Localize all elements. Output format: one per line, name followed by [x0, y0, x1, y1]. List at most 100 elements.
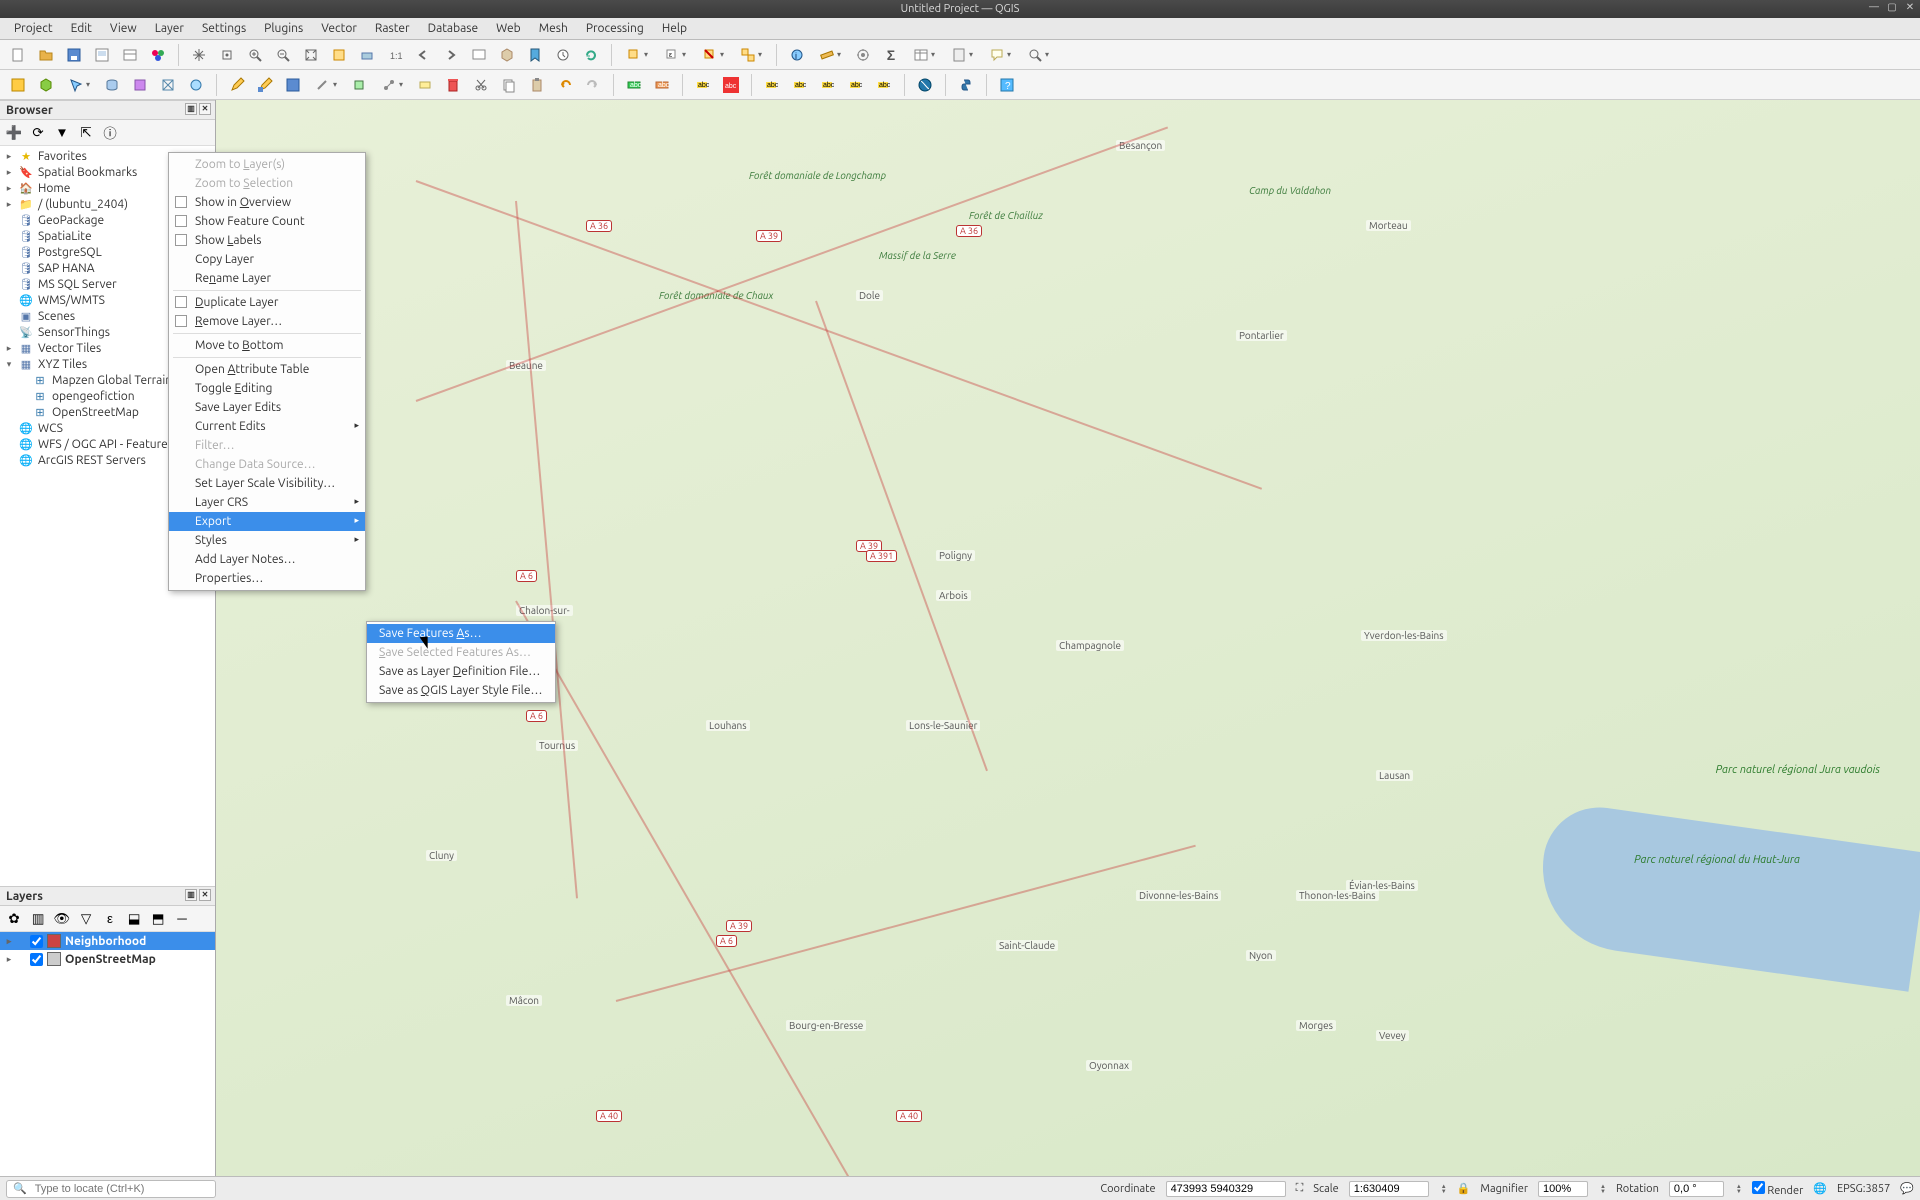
layers-tree[interactable]: ▸ Neighborhood▸ OpenStreetMap — [0, 932, 215, 1176]
new-mesh-button[interactable] — [156, 73, 180, 97]
save-project-button[interactable] — [62, 43, 86, 67]
menu-item[interactable]: Rename Layer — [169, 269, 365, 288]
menu-item[interactable]: Show Feature Count — [169, 212, 365, 231]
menu-layer[interactable]: Layer — [147, 20, 192, 37]
submenu-item[interactable]: Save as Layer Definition File… — [367, 662, 555, 681]
save-edits-button[interactable] — [253, 73, 277, 97]
panel-float-icon[interactable]: ▥ — [185, 103, 197, 115]
pan-to-selection-button[interactable] — [215, 43, 239, 67]
lock-icon[interactable]: 🔒 — [1457, 1182, 1471, 1195]
zoom-full-button[interactable] — [299, 43, 323, 67]
annotation-button[interactable] — [1021, 43, 1055, 67]
new-map-view-button[interactable] — [467, 43, 491, 67]
identify-button[interactable]: i — [785, 43, 809, 67]
menu-processing[interactable]: Processing — [578, 20, 652, 37]
label-pin-button[interactable]: abc — [719, 73, 743, 97]
label-highlight-button[interactable]: abc — [691, 73, 715, 97]
menu-settings[interactable]: Settings — [194, 20, 254, 37]
maximize-icon[interactable]: ▢ — [1886, 1, 1898, 13]
refresh-button[interactable] — [579, 43, 603, 67]
extents-icon[interactable]: ⛶ — [1296, 1182, 1304, 1195]
zoom-layer-button[interactable] — [355, 43, 379, 67]
paste-features-button[interactable] — [525, 73, 549, 97]
menu-web[interactable]: Web — [488, 20, 529, 37]
select-by-value-button[interactable]: ε — [658, 43, 692, 67]
menu-item[interactable]: Copy Layer — [169, 250, 365, 269]
menu-vector[interactable]: Vector — [313, 20, 365, 37]
new-project-button[interactable] — [6, 43, 30, 67]
new-3d-view-button[interactable] — [495, 43, 519, 67]
properties-icon[interactable]: ⓘ — [100, 123, 120, 143]
zoom-last-button[interactable] — [411, 43, 435, 67]
data-source-manager-button[interactable] — [6, 73, 30, 97]
menu-project[interactable]: Project — [6, 20, 61, 37]
submenu-item[interactable]: Save Features As… — [367, 624, 555, 643]
menu-mesh[interactable]: Mesh — [531, 20, 576, 37]
new-shapefile-button[interactable] — [62, 73, 96, 97]
vertex-tool-button[interactable] — [375, 73, 409, 97]
select-features-button[interactable] — [620, 43, 654, 67]
coord-input[interactable] — [1166, 1181, 1286, 1197]
measure-button[interactable] — [813, 43, 847, 67]
deselect-button[interactable] — [696, 43, 730, 67]
menu-item[interactable]: Duplicate Layer — [169, 293, 365, 312]
refresh-browser-icon[interactable]: ⟳ — [28, 123, 48, 143]
menu-item[interactable]: Styles▸ — [169, 531, 365, 550]
new-print-layout-button[interactable] — [90, 43, 114, 67]
layer-add-group-icon[interactable]: ▥ — [28, 909, 48, 929]
open-project-button[interactable] — [34, 43, 58, 67]
zoom-out-button[interactable] — [271, 43, 295, 67]
menu-raster[interactable]: Raster — [367, 20, 418, 37]
magnifier-input[interactable] — [1538, 1181, 1588, 1197]
layer-visibility-icon[interactable]: 👁 — [52, 909, 72, 929]
digitize-button[interactable] — [309, 73, 343, 97]
crs-icon[interactable]: 🌐 — [1813, 1182, 1827, 1195]
copy-features-button[interactable] — [497, 73, 521, 97]
style-manager-button[interactable] — [146, 43, 170, 67]
menu-item[interactable]: Show in Overview — [169, 193, 365, 212]
add-feature-button[interactable] — [347, 73, 371, 97]
minimize-icon[interactable]: — — [1868, 1, 1880, 13]
new-geopackage-button[interactable] — [34, 73, 58, 97]
new-spatialite-button[interactable] — [100, 73, 124, 97]
delete-selected-button[interactable] — [441, 73, 465, 97]
menu-item[interactable]: Layer CRS▸ — [169, 493, 365, 512]
single-labels-button[interactable]: abc — [650, 73, 674, 97]
submenu-item[interactable]: Save as QGIS Layer Style File… — [367, 681, 555, 700]
map-tips-button[interactable] — [983, 43, 1017, 67]
label-tool-5-button[interactable]: abc — [872, 73, 896, 97]
menu-item[interactable]: Move to Bottom — [169, 336, 365, 355]
scale-input[interactable] — [1349, 1181, 1429, 1197]
temporal-button[interactable] — [551, 43, 575, 67]
panel-close-icon[interactable]: ✕ — [199, 103, 211, 115]
menu-item[interactable]: Set Layer Scale Visibility… — [169, 474, 365, 493]
zoom-native-button[interactable]: 1:1 — [383, 43, 407, 67]
layer-filter-icon[interactable]: ▽ — [76, 909, 96, 929]
zoom-in-button[interactable] — [243, 43, 267, 67]
field-calculator-button[interactable] — [945, 43, 979, 67]
zoom-next-button[interactable] — [439, 43, 463, 67]
locator-input[interactable] — [31, 1182, 209, 1196]
menu-help[interactable]: Help — [654, 20, 695, 37]
redo-button[interactable] — [581, 73, 605, 97]
layer-expression-icon[interactable]: ε — [100, 909, 120, 929]
label-tool-3-button[interactable]: abc — [816, 73, 840, 97]
menu-item[interactable]: Show Labels — [169, 231, 365, 250]
menu-item[interactable]: Remove Layer… — [169, 312, 365, 331]
menu-item[interactable]: Current Edits▸ — [169, 417, 365, 436]
modify-attrs-button[interactable] — [413, 73, 437, 97]
render-checkbox[interactable]: Render — [1752, 1181, 1803, 1197]
layer-remove-icon[interactable]: － — [172, 909, 192, 929]
show-layout-manager-button[interactable] — [118, 43, 142, 67]
label-tool-4-button[interactable]: abc — [844, 73, 868, 97]
crs-label[interactable]: EPSG:3857 — [1837, 1183, 1890, 1195]
add-layer-icon[interactable]: ➕ — [4, 123, 24, 143]
undo-button[interactable] — [553, 73, 577, 97]
help-button[interactable]: ? — [995, 73, 1019, 97]
menu-item[interactable]: Save Layer Edits — [169, 398, 365, 417]
filter-browser-icon[interactable]: ▼ — [52, 123, 72, 143]
menu-plugins[interactable]: Plugins — [256, 20, 311, 37]
rotation-input[interactable] — [1669, 1181, 1724, 1197]
toggle-editing-button[interactable] — [225, 73, 249, 97]
save-all-edits-button[interactable] — [281, 73, 305, 97]
